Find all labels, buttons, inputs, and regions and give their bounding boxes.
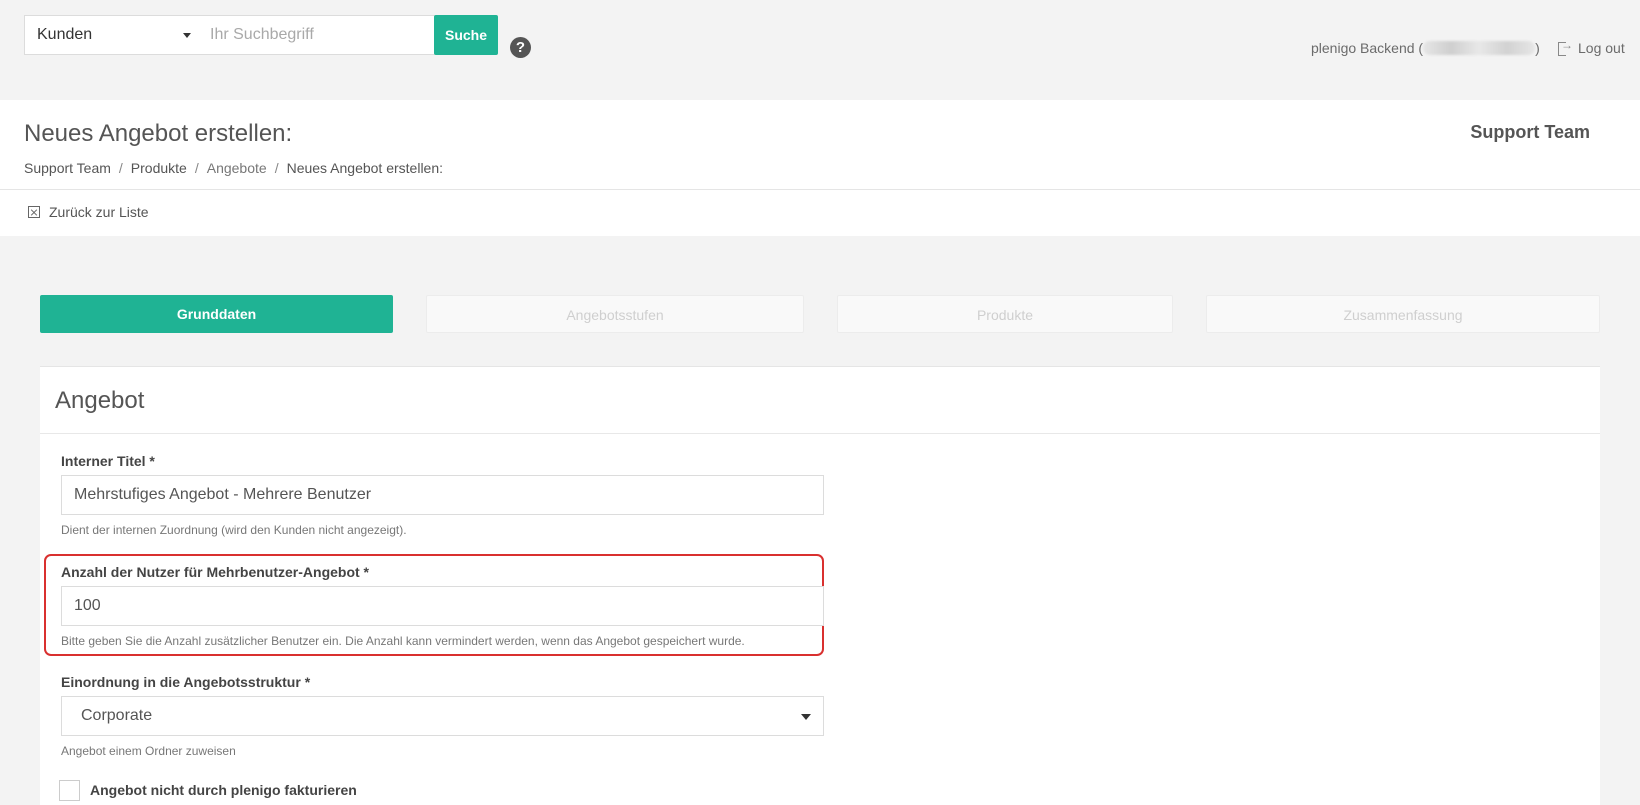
back-to-list-link[interactable]: Zurück zur Liste (28, 204, 149, 220)
back-to-list-label: Zurück zur Liste (49, 204, 149, 220)
backend-close: ) (1535, 40, 1540, 56)
structure-label: Einordnung in die Angebotsstruktur * (61, 674, 311, 690)
breadcrumb-item-support-team[interactable]: Support Team (24, 160, 111, 176)
structure-help: Angebot einem Ordner zuweisen (61, 744, 236, 758)
help-icon[interactable]: ? (510, 37, 531, 58)
form-divider (40, 433, 1600, 434)
structure-select[interactable]: Corporate (61, 696, 824, 736)
close-box-icon (28, 206, 40, 218)
team-name: Support Team (1470, 122, 1590, 142)
offer-form: Angebot Interner Titel * Dient der inter… (40, 366, 1600, 805)
step-zusammenfassung[interactable]: Zusammenfassung (1206, 295, 1600, 333)
user-count-label: Anzahl der Nutzer für Mehrbenutzer-Angeb… (61, 564, 370, 580)
user-info: plenigo Backend () (1311, 40, 1540, 56)
search-button[interactable]: Suche (434, 15, 498, 55)
form-title: Angebot (55, 387, 145, 414)
no-billing-label[interactable]: Angebot nicht durch plenigo fakturieren (90, 782, 357, 798)
breadcrumb-separator: / (118, 160, 123, 176)
step-grunddaten[interactable]: Grunddaten (40, 295, 393, 333)
logout-link[interactable]: Log out (1558, 38, 1625, 56)
page-title: Neues Angebot erstellen: (24, 120, 293, 147)
step-angebotsstufen[interactable]: Angebotsstufen (426, 295, 804, 333)
internal-title-label: Interner Titel * (61, 453, 155, 469)
chevron-down-icon (801, 714, 811, 720)
search-input[interactable] (197, 15, 435, 55)
breadcrumb-item-current: Neues Angebot erstellen: (286, 160, 444, 176)
user-count-help: Bitte geben Sie die Anzahl zusätzlicher … (61, 634, 745, 648)
breadcrumb-item-angebote[interactable]: Angebote (207, 160, 267, 176)
top-bar: Kunden Suche ? plenigo Backend () Log ou… (0, 0, 1640, 100)
redacted-username (1423, 41, 1536, 55)
structure-select-value: Corporate (81, 707, 153, 724)
breadcrumb-item-produkte[interactable]: Produkte (131, 160, 187, 176)
user-count-input[interactable] (61, 586, 824, 626)
breadcrumb: Support Team / Produkte / Angebote / Neues Ang… (24, 160, 443, 176)
search-type-select[interactable]: Kunden (24, 15, 198, 55)
logout-label: Log out (1578, 40, 1625, 56)
back-bar: Zurück zur Liste (0, 190, 1640, 236)
step-produkte[interactable]: Produkte (837, 295, 1173, 333)
backend-label: plenigo Backend ( (1311, 40, 1424, 56)
internal-title-input[interactable] (61, 475, 824, 515)
breadcrumb-separator: / (274, 160, 279, 176)
breadcrumb-separator: / (194, 160, 199, 176)
logout-icon (1558, 38, 1573, 56)
no-billing-checkbox[interactable] (59, 780, 80, 801)
internal-title-help: Dient der internen Zuordnung (wird den K… (61, 523, 407, 537)
chevron-down-icon (183, 33, 191, 38)
page-header: Neues Angebot erstellen: Support Team / Pr… (0, 100, 1640, 190)
search-type-value: Kunden (37, 26, 93, 43)
